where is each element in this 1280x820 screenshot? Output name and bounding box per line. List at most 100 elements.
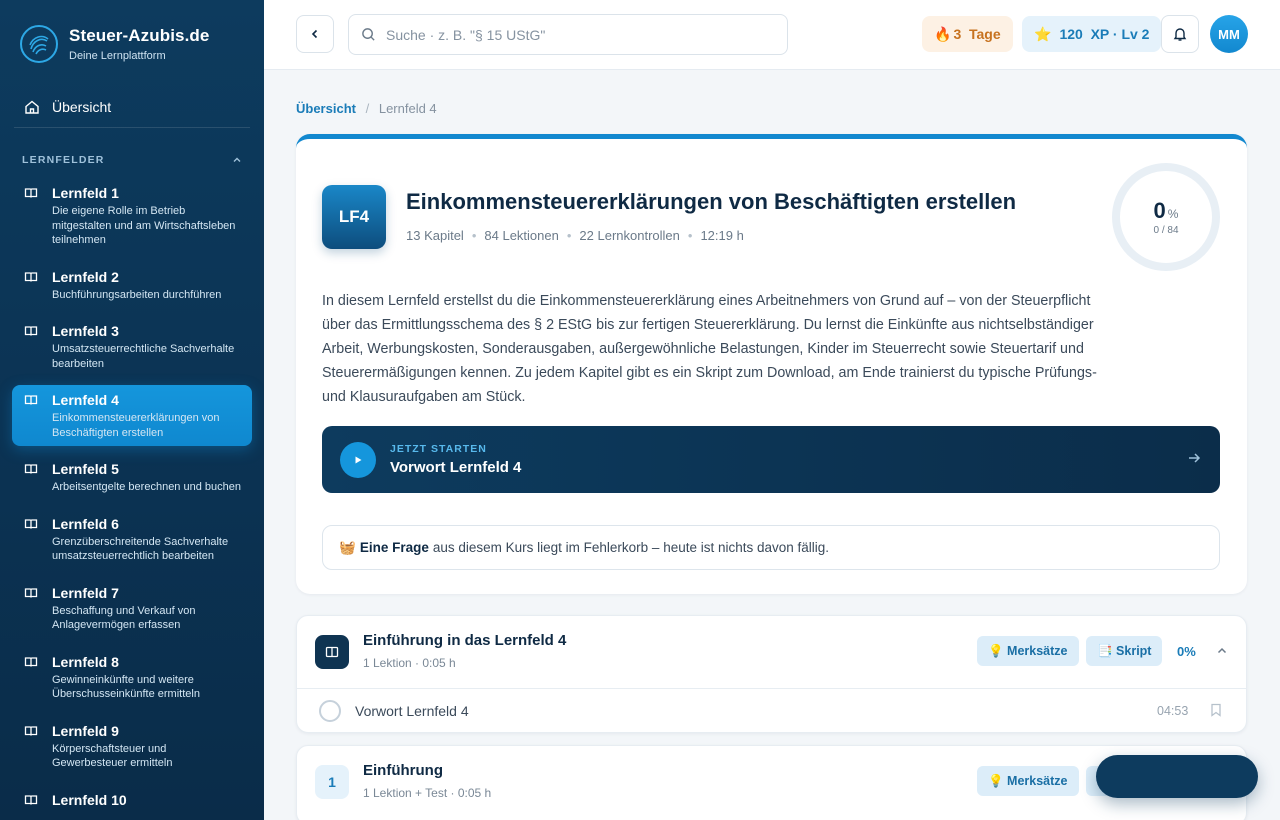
fehlerkorb-notice[interactable]: 🧺 Eine Frage aus diesem Kurs liegt im Fe… (322, 525, 1220, 570)
progress-count: 0 / 84 (1153, 225, 1179, 236)
sidebar-item-lernfeld-4[interactable]: Lernfeld 4 Einkommensteuererklärungen von… (12, 385, 252, 446)
book-open-icon (24, 654, 40, 702)
search-input[interactable] (386, 26, 766, 43)
sidebar-item-title: Lernfeld 1 (52, 185, 119, 201)
bell-icon (1173, 28, 1187, 41)
book-open-icon (24, 585, 40, 633)
sidebar-item-home[interactable]: Übersicht (14, 88, 250, 128)
arrow-right-icon (1189, 453, 1201, 463)
sidebar-item-title: Lernfeld 8 (52, 653, 119, 670)
streak-badge[interactable]: 🔥 3 Tage (922, 16, 1013, 52)
chapter-header[interactable]: Einführung in das Lernfeld 4 1 Lektion ·… (297, 616, 1246, 688)
back-button[interactable] (296, 15, 334, 53)
brand-logo-icon (20, 25, 58, 63)
sidebar-item-title: Lernfeld 6 (52, 515, 119, 532)
sidebar-item-title: Lernfeld 5 (52, 461, 119, 477)
sidebar-item-desc: Umsatzsteuerrechtliche Sachverhalte bear… (52, 343, 235, 370)
chapter-title: Einführung (363, 762, 443, 779)
sidebar-item-desc: Körperschaftsteuer und Gewerbesteuer erm… (52, 742, 173, 770)
meta-duration: 12:19 h (700, 228, 744, 243)
basket-icon: 🧺 (339, 539, 356, 555)
sidebar-item-title: Lernfeld 10 (52, 791, 127, 808)
skript-button[interactable]: 📑 Skript (1086, 636, 1163, 666)
sidebar-item-desc: Gewinneinkünfte und weitere Überschussei… (52, 673, 200, 701)
search-box[interactable] (348, 14, 788, 55)
sidebar-item-desc: Grenzüberschreitende Sachverhalte umsatz… (52, 535, 229, 563)
lernfeld-list: Lernfeld 1 Die eigene Rolle im Betrieb mi… (0, 178, 264, 818)
sidebar-item-lernfeld-7[interactable]: Lernfeld 7 Beschaffung und Verkauf von An… (12, 578, 252, 639)
flame-icon: 🔥 (934, 25, 952, 42)
chapter-progress: 0% (1177, 644, 1196, 659)
sidebar-item-title: Lernfeld 2 (52, 268, 119, 285)
meta-dot: • (566, 228, 572, 243)
course-hero-card: LF4 Einkommensteuererklärungen von Besch… (296, 134, 1247, 594)
merksaetze-button[interactable]: 💡 Merksätze (977, 636, 1079, 666)
search-icon (362, 28, 375, 41)
lesson-row[interactable]: Vorwort Lernfeld 4 04:53 (297, 688, 1246, 732)
book-open-icon (24, 792, 40, 812)
chevron-up-icon (233, 157, 241, 162)
streak-label: 3 Tage (953, 26, 1001, 42)
meta-dot: • (687, 228, 693, 243)
notifications-button[interactable] (1161, 15, 1199, 53)
book-open-icon (24, 723, 40, 771)
sidebar-item-lernfeld-1[interactable]: Lernfeld 1 Die eigene Rolle im Betrieb mi… (12, 178, 252, 254)
sidebar-item-desc: Einkommensteuererklärungen von Beschäfti… (52, 412, 220, 439)
sidebar: Steuer-Azubis.de Deine Lernplattform Übe… (0, 0, 264, 820)
chevron-left-icon (311, 29, 318, 39)
sidebar-item-desc: Arbeitsentgelte berechnen und buchen (52, 481, 241, 493)
home-icon (25, 100, 39, 114)
progress-ring: 0% 0 / 84 (1112, 163, 1220, 271)
main-content: Übersicht / Lernfeld 4 LF4 Einkommensteu… (296, 70, 1248, 820)
course-description: In diesem Lernfeld erstellst du die Eink… (322, 293, 1097, 405)
fehlerkorb-text: aus diesem Kurs liegt im Fehlerkorb – he… (432, 540, 830, 555)
lesson-title: Vorwort Lernfeld 4 (355, 702, 469, 719)
book-open-icon (24, 461, 40, 495)
progress-unit: % (1167, 207, 1179, 221)
book-icon (315, 635, 349, 669)
lesson-status-circle[interactable] (319, 699, 341, 722)
sidebar-item-lernfeld-2[interactable]: Lernfeld 2 Buchführungsarbeiten durchführ… (12, 262, 252, 309)
breadcrumb-home-link[interactable]: Übersicht (296, 101, 356, 116)
sidebar-item-lernfeld-5[interactable]: Lernfeld 5 Arbeitsentgelte berechnen und … (12, 454, 252, 501)
meta-lessons: 84 Lektionen (484, 228, 559, 243)
xp-badge[interactable]: ⭐ 120 XP · Lv 2 (1022, 16, 1162, 52)
lesson-duration: 04:53 (1157, 703, 1189, 718)
sidebar-item-lernfeld-6[interactable]: Lernfeld 6 Grenzüberschreitende Sachverha… (12, 509, 252, 570)
book-open-icon (24, 185, 40, 248)
star-icon: ⭐ (1034, 25, 1052, 42)
book-open-icon (24, 269, 40, 303)
book-open-icon (24, 392, 40, 440)
meta-dot: • (471, 228, 477, 243)
sidebar-item-title: Lernfeld 3 (52, 323, 119, 339)
avatar[interactable]: MM (1210, 15, 1248, 53)
breadcrumb: Übersicht / Lernfeld 4 (296, 101, 1248, 117)
section-label: LERNFELDER (22, 154, 105, 166)
sidebar-item-lernfeld-9[interactable]: Lernfeld 9 Körperschaftsteuer und Gewerbe… (12, 716, 252, 777)
top-bar: 🔥 3 Tage ⭐ 120 XP · Lv 2 MM (264, 0, 1280, 70)
sidebar-item-lernfeld-10[interactable]: Lernfeld 10 (12, 785, 252, 818)
chevron-up-icon[interactable] (1216, 645, 1228, 657)
brand[interactable]: Steuer-Azubis.de Deine Lernplattform (0, 0, 264, 88)
sidebar-item-title: Lernfeld 7 (52, 584, 119, 601)
merksaetze-button[interactable]: 💡 Merksätze (977, 766, 1079, 796)
breadcrumb-current: Lernfeld 4 (378, 101, 437, 116)
bookmark-icon[interactable] (1210, 703, 1222, 717)
start-lesson-title: Vorwort Lernfeld 4 (390, 459, 522, 476)
page-title: Einkommensteuererklärungen von Beschäfti… (406, 189, 1017, 214)
lernfelder-section-toggle[interactable]: LERNFELDER (22, 150, 242, 170)
book-open-icon (24, 516, 40, 564)
chapter-number: 1 (315, 765, 349, 799)
floating-action-button[interactable] (1096, 755, 1258, 798)
sidebar-item-desc: Buchführungsarbeiten durchführen (52, 288, 222, 301)
sidebar-item-lernfeld-8[interactable]: Lernfeld 8 Gewinneinkünfte und weitere Üb… (12, 647, 252, 708)
sidebar-item-lernfeld-3[interactable]: Lernfeld 3 Umsatzsteuerrechtliche Sachver… (12, 316, 252, 377)
xp-label: 120 XP · Lv 2 (1059, 26, 1150, 42)
chapter-card: Einführung in das Lernfeld 4 1 Lektion ·… (296, 615, 1247, 733)
chapter-title: Einführung in das Lernfeld 4 (363, 632, 567, 649)
progress-percent: 0 (1153, 198, 1166, 223)
sidebar-home-label: Übersicht (52, 98, 112, 115)
breadcrumb-separator: / (365, 101, 370, 116)
start-lesson-button[interactable]: JETZT STARTEN Vorwort Lernfeld 4 (322, 426, 1220, 493)
fehlerkorb-count: Eine Frage (359, 540, 429, 555)
